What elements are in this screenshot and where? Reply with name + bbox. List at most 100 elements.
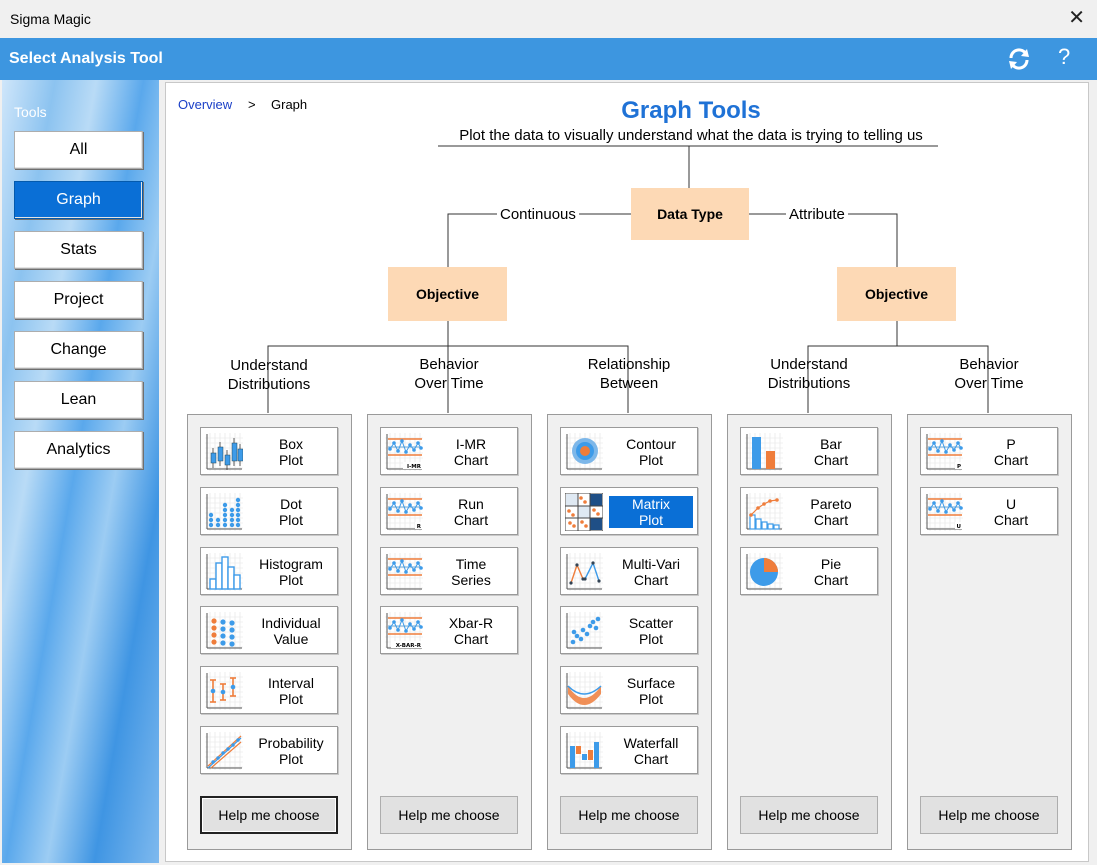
tool-label: Box Plot — [247, 436, 335, 468]
box-plot-button[interactable]: Box Plot — [200, 427, 338, 475]
surface-plot-button[interactable]: Surface Plot — [560, 666, 698, 715]
tool-label-line1: I-MR — [455, 436, 487, 452]
tool-panel-3: Bar Chart Pareto Chart Pie Chart Help me choos… — [727, 414, 892, 850]
tool-label-line2: Chart — [813, 511, 849, 528]
pareto-chart-button[interactable]: Pareto Chart — [740, 486, 878, 535]
objective-node-attribute: Objective — [837, 267, 956, 321]
run-chart-button[interactable]: R Run Chart — [380, 486, 518, 535]
tool-label-line1: Individual — [261, 615, 321, 632]
svg-text:I-MR: I-MR — [407, 464, 422, 470]
pie-chart-icon — [745, 552, 783, 591]
tool-label: Probability Plot — [247, 735, 335, 767]
multi-vari-chart-icon — [565, 552, 603, 591]
time-series-button[interactable]: Time Series — [380, 546, 518, 595]
u-chart-button[interactable]: U U Chart — [920, 486, 1058, 535]
box-plot-icon — [205, 433, 243, 471]
dot-plot-button[interactable]: Dot Plot — [200, 486, 338, 535]
waterfall-chart-button[interactable]: Waterfall Chart — [560, 726, 698, 774]
help-icon[interactable]: ? — [1058, 44, 1070, 70]
pie-chart-button[interactable]: Pie Chart — [740, 546, 878, 595]
help-me-choose-button[interactable]: Help me choose — [380, 796, 518, 834]
multi-vari-chart-button[interactable]: Multi-Vari Chart — [560, 546, 698, 595]
tool-label: Individual Value — [247, 615, 335, 647]
tool-label-line2: Chart — [453, 452, 489, 468]
sidebar-item-all[interactable]: All — [14, 131, 143, 169]
dot-plot-icon — [205, 492, 243, 531]
tool-panel-0: Box Plot Dot Plot Histogram Plot Individual Val… — [187, 414, 352, 850]
category-label-line1: Understand — [230, 357, 308, 374]
tool-label-line1: Xbar-R — [448, 615, 494, 632]
bar-chart-icon — [745, 433, 783, 471]
contour-plot-icon — [565, 433, 603, 471]
tool-panel-1: I-MR I-MR Chart R Run Chart Time Series X-BAR-R X… — [367, 414, 532, 850]
imr-chart-icon: I-MR — [385, 433, 423, 471]
category-label-3: Understand Distributions — [739, 355, 879, 393]
probability-plot-button[interactable]: Probability Plot — [200, 726, 338, 774]
category-label-line1: Behavior — [419, 356, 479, 373]
tool-label-line2: Plot — [278, 751, 304, 767]
probability-plot-icon — [205, 732, 243, 770]
tool-label-line2: Chart — [633, 751, 669, 767]
tool-label-line1: Surface — [626, 675, 676, 692]
help-me-choose-button[interactable]: Help me choose — [560, 796, 698, 834]
data-type-node: Data Type — [631, 188, 749, 240]
p-chart-button[interactable]: P P Chart — [920, 427, 1058, 475]
branch-attribute: Attribute — [786, 206, 848, 223]
category-label-0: Understand Distributions — [199, 356, 339, 394]
tool-label-line2: Chart — [633, 571, 669, 588]
svg-text:X-BAR-R: X-BAR-R — [396, 643, 422, 649]
histogram-button[interactable]: Histogram Plot — [200, 546, 338, 595]
tool-label-line2: Chart — [453, 631, 489, 648]
individual-value-button[interactable]: Individual Value — [200, 606, 338, 655]
window-titlebar: Sigma Magic ✕ — [0, 0, 1097, 38]
close-icon[interactable]: ✕ — [1068, 8, 1085, 28]
tool-label-line2: Plot — [278, 452, 304, 468]
tool-label: Contour Plot — [607, 436, 695, 468]
tool-label-line1: Scatter — [628, 615, 674, 632]
help-me-choose-button[interactable]: Help me choose — [740, 796, 878, 834]
tool-label-line1: Bar — [820, 436, 842, 452]
sidebar-item-analytics[interactable]: Analytics — [14, 431, 143, 469]
tool-label-line1: Contour — [626, 436, 676, 452]
sidebar-item-lean[interactable]: Lean — [14, 381, 143, 419]
histogram-icon — [205, 552, 243, 591]
svg-text:U: U — [957, 524, 961, 530]
objective-node-continuous: Objective — [388, 267, 507, 321]
tool-label: Waterfall Chart — [607, 735, 695, 767]
imr-chart-button[interactable]: I-MR I-MR Chart — [380, 427, 518, 475]
tool-label: Pareto Chart — [787, 496, 875, 528]
tool-label-line2: Chart — [453, 511, 489, 528]
tool-label: U Chart — [967, 496, 1055, 528]
matrix-plot-button[interactable]: Matrix Plot — [560, 486, 698, 535]
refresh-icon[interactable] — [1006, 46, 1032, 72]
category-label-line2: Distributions — [767, 375, 851, 392]
tool-label-line1: Matrix — [631, 495, 671, 512]
category-label-line1: Relationship — [587, 356, 671, 373]
bar-chart-button[interactable]: Bar Chart — [740, 427, 878, 475]
tools-sidebar: Tools All Graph Stats Project Change Lean Anal… — [2, 80, 159, 863]
help-me-choose-button[interactable]: Help me choose — [200, 796, 338, 834]
tool-label: I-MR Chart — [427, 436, 515, 468]
scatter-plot-button[interactable]: Scatter Plot — [560, 606, 698, 655]
tool-label-line1: Box — [278, 436, 304, 452]
sidebar-item-project[interactable]: Project — [14, 281, 143, 319]
tool-label: Scatter Plot — [607, 615, 695, 647]
individual-value-icon — [205, 612, 243, 651]
waterfall-chart-icon — [565, 732, 603, 770]
xbar-r-chart-button[interactable]: X-BAR-R Xbar-R Chart — [380, 606, 518, 655]
sidebar-item-change[interactable]: Change — [14, 331, 143, 369]
tool-label-line1: Histogram — [259, 555, 323, 572]
category-label-4: Behavior Over Time — [919, 355, 1059, 393]
scatter-plot-icon — [565, 612, 603, 651]
xbar-r-chart-icon: X-BAR-R — [385, 612, 423, 651]
contour-plot-button[interactable]: Contour Plot — [560, 427, 698, 475]
tool-label-line2: Chart — [813, 571, 849, 588]
time-series-icon — [385, 552, 423, 591]
sidebar-item-stats[interactable]: Stats — [14, 231, 143, 269]
tool-label: Histogram Plot — [247, 556, 335, 588]
help-me-choose-button[interactable]: Help me choose — [920, 796, 1058, 834]
tool-label: Pie Chart — [787, 556, 875, 588]
tool-label: Dot Plot — [247, 496, 335, 528]
sidebar-item-graph[interactable]: Graph — [14, 181, 143, 219]
interval-plot-button[interactable]: Interval Plot — [200, 666, 338, 715]
